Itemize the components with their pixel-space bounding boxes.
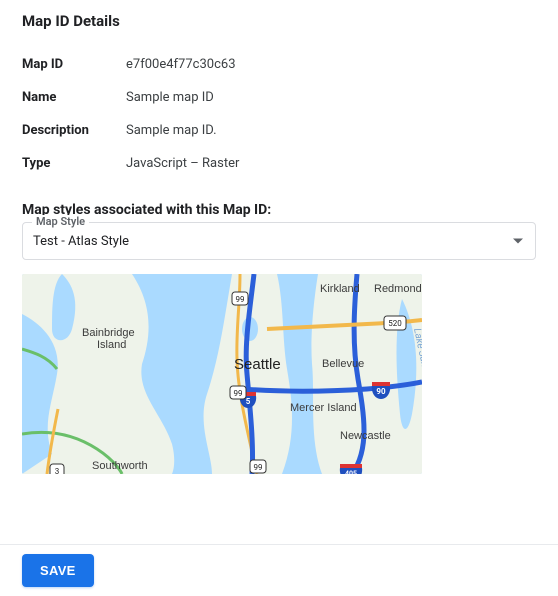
shield-sr3: 3 xyxy=(50,464,64,474)
svg-text:99: 99 xyxy=(236,295,245,304)
shield-sr99c: 99 xyxy=(250,460,266,473)
map-label-southworth: Southworth xyxy=(92,460,148,472)
map-style-select-wrap: Map Style Test - Atlas Style xyxy=(22,222,536,260)
map-label-kirkland: Kirkland xyxy=(320,283,360,295)
map-label-redmond: Redmond xyxy=(374,283,422,295)
details-table: Map ID e7f00e4f77c30c63 Name Sample map … xyxy=(22,48,536,180)
save-button[interactable]: SAVE xyxy=(22,554,94,587)
map-style-select[interactable]: Test - Atlas Style xyxy=(22,222,536,260)
detail-label-mapid: Map ID xyxy=(22,48,126,81)
detail-value-type: JavaScript – Raster xyxy=(126,147,536,180)
detail-label-type: Type xyxy=(22,147,126,180)
chevron-down-icon xyxy=(513,239,523,244)
shield-sr99a: 99 xyxy=(232,292,248,305)
section-title-details: Map ID Details xyxy=(22,12,536,30)
shield-i405: 405 xyxy=(340,464,362,474)
svg-text:405: 405 xyxy=(345,470,357,474)
footer-bar: SAVE xyxy=(0,544,558,596)
svg-text:99: 99 xyxy=(234,389,243,398)
map-label-bellevue: Bellevue xyxy=(322,358,364,370)
map-label-bainbridge1: Bainbridge xyxy=(82,327,135,339)
table-row: Type JavaScript – Raster xyxy=(22,147,536,180)
map-style-select-label: Map Style xyxy=(32,215,89,228)
map-label-bainbridge2: Island xyxy=(97,339,126,351)
map-label-newcastle: Newcastle xyxy=(340,430,391,442)
svg-text:520: 520 xyxy=(388,319,402,328)
map-label-mercer: Mercer Island xyxy=(290,402,357,414)
svg-text:3: 3 xyxy=(55,467,60,474)
detail-value-name: Sample map ID xyxy=(126,81,536,114)
map-label-seattle: Seattle xyxy=(234,356,281,373)
shield-sr99b: 99 xyxy=(230,386,246,399)
map-style-select-value: Test - Atlas Style xyxy=(33,234,129,249)
detail-value-mapid: e7f00e4f77c30c63 xyxy=(126,48,536,81)
table-row: Map ID e7f00e4f77c30c63 xyxy=(22,48,536,81)
table-row: Name Sample map ID xyxy=(22,81,536,114)
svg-text:90: 90 xyxy=(376,387,386,396)
svg-text:99: 99 xyxy=(254,463,263,472)
svg-text:5: 5 xyxy=(246,397,251,406)
detail-label-description: Description xyxy=(22,114,126,147)
shield-sr520: 520 xyxy=(384,316,406,330)
map-preview[interactable]: 5 405 90 520 99 99 xyxy=(22,274,422,474)
section-title-styles: Map styles associated with this Map ID: xyxy=(22,202,536,218)
detail-value-description: Sample map ID. xyxy=(126,114,536,147)
table-row: Description Sample map ID. xyxy=(22,114,536,147)
detail-label-name: Name xyxy=(22,81,126,114)
